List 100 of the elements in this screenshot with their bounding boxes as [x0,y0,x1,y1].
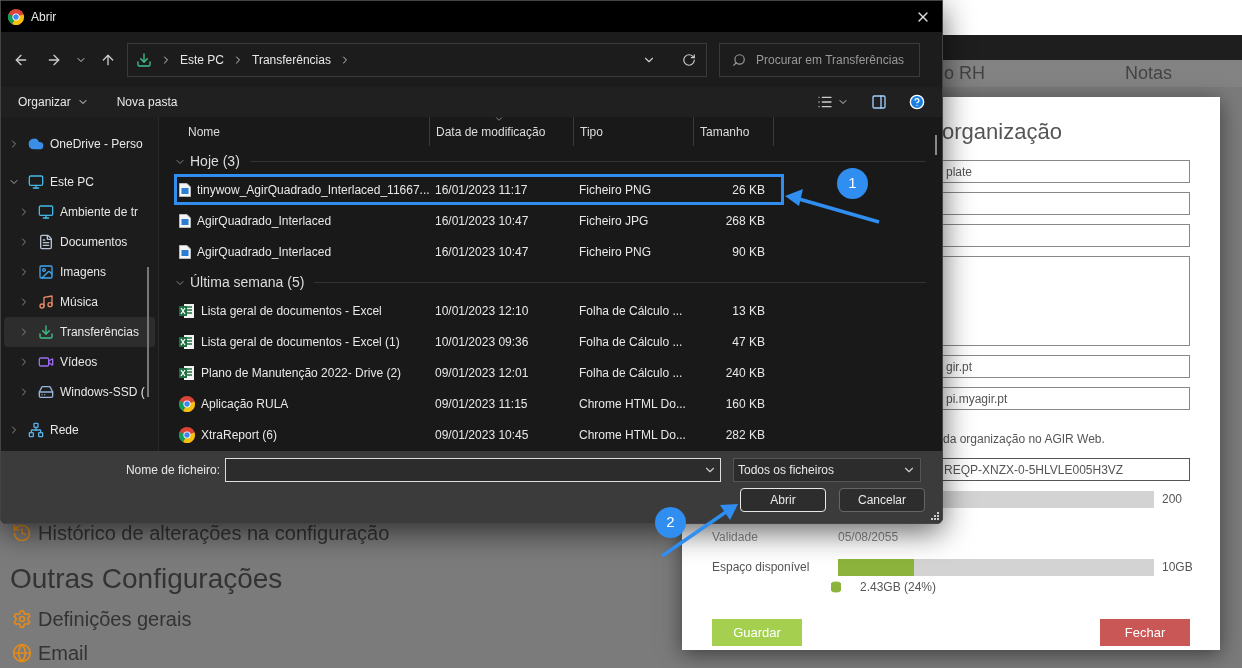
search-input[interactable]: Procurar em Transferências [756,50,916,69]
chrome-file-icon [179,426,195,443]
help-icon[interactable] [909,94,925,110]
storage-max: 10GB [1162,559,1193,576]
filename-label: Nome de ficheiro: [124,462,221,479]
file-size: 47 KB [731,333,765,351]
storage-label: Espaço disponível [712,559,811,576]
column-header[interactable]: Tamanho [694,117,774,146]
resize-grip-icon [931,512,939,520]
sidebar-item[interactable]: Transferências [4,317,155,347]
file-row[interactable]: Lista geral de documentos - Excel (1) 10/01/2023 09:36 Folha de Cálculo ... 47 KB [174,326,784,357]
file-row[interactable]: Lista geral de documentos - Excel 10/01/2023 12:10 Folha de Cálculo ... 13 KB [174,295,784,326]
file-date: 09/01/2023 12:01 [434,364,530,382]
file-name: XtraReport (6) [201,426,278,444]
preview-pane-icon[interactable] [871,94,887,110]
window-title: Abrir [31,8,57,26]
monitor-icon [28,174,44,190]
column-header[interactable]: Data de modificação [430,117,574,146]
spreadsheet-file-icon [179,302,195,319]
file-size: 13 KB [731,302,765,320]
breadcrumb-item[interactable]: Este PC [180,50,224,69]
music-icon [38,294,54,310]
download-icon [38,324,54,340]
file-date: 16/01/2023 10:47 [434,212,530,230]
file-type: Folha de Cálculo ... [578,364,684,382]
file-name: Lista geral de documentos - Excel [201,302,382,320]
file-date: 16/01/2023 10:47 [434,243,530,261]
sort-indicator-icon [494,114,504,124]
file-type: Ficheiro PNG [578,243,653,261]
column-header[interactable]: Tipo [574,117,694,146]
validity-label: Validade [712,529,759,546]
file-type: Folha de Cálculo ... [578,302,684,320]
group-header[interactable]: Última semana (5) [174,270,942,295]
cloud-icon [28,136,44,152]
validity-value: 05/08/2055 [838,529,899,546]
new-folder-button[interactable]: Nova pasta [116,93,178,111]
scrollbar-thumb[interactable] [147,267,149,397]
chrome-icon [8,8,24,25]
storage-used: 2.43GB (24%) [860,579,937,596]
breadcrumb-item[interactable]: Transferências [252,50,331,69]
filename-field[interactable] [225,458,721,482]
file-row[interactable]: AgirQuadrado_Interlaced 16/01/2023 10:47 Ficheiro JPG 268 KB [174,205,784,236]
file-row[interactable]: Plano de Manutenção 2022- Drive (2) 09/01/2023 12:01 Folha de Cálculo ... 240 KB [174,357,784,388]
image-file-icon [179,182,191,197]
file-type-select[interactable]: Todos os ficheiros [733,458,921,482]
section-title: Outras Configurações [10,562,283,596]
file-size: 90 KB [731,243,765,261]
file-type: Ficheiro JPG [578,212,650,230]
sidebar-item[interactable]: Ambiente de tr [4,197,155,227]
column-header: Notas [1124,62,1172,85]
sidebar-item[interactable]: Rede [4,415,155,445]
file-name: AgirQuadrado_Interlaced [197,212,332,230]
sidebar-item[interactable]: Documentos [4,227,155,257]
desktop-icon [38,204,54,220]
sidebar-item[interactable]: Windows-SSD ( [4,377,155,407]
file-name: Plano de Manutenção 2022- Drive (2) [201,364,402,382]
file-date: 10/01/2023 09:36 [434,333,530,351]
cancel-button[interactable]: Cancelar [839,488,925,512]
file-type: Chrome HTML Do... [578,426,685,444]
file-date: 16/01/2023 11:17 [434,181,529,199]
file-row[interactable]: tinywow_AgirQuadrado_Interlaced_11667... 16/01/2023 11:17 Ficheiro PNG 26 KB [174,174,784,205]
file-date: 10/01/2023 12:10 [434,302,530,320]
download-icon [136,51,152,68]
file-row[interactable]: XtraReport (6) 09/01/2023 10:45 Chrome HTML Do... 282 KB [174,419,784,450]
globe-icon [12,643,32,663]
view-list-icon[interactable] [817,94,833,110]
close-button[interactable]: Fechar [1100,619,1190,646]
sidebar-item[interactable]: Música [4,287,155,317]
sidebar-item[interactable]: OneDrive - Perso [4,129,155,159]
file-size: 240 KB [724,364,765,382]
file-type: Folha de Cálculo ... [578,333,684,351]
database-icon [830,581,842,593]
help-text: da organização no AGIR Web. [943,432,1105,446]
search-icon [732,52,746,67]
file-row[interactable]: Aplicação RULA 09/01/2023 11:15 Chrome HTML Do... 160 KB [174,388,784,419]
address-bar[interactable]: Este PC Transferências [127,42,707,77]
file-date: 09/01/2023 11:15 [434,395,529,413]
video-icon [38,354,54,370]
file-date: 09/01/2023 10:45 [434,426,530,444]
sidebar-item[interactable]: Imagens [4,257,155,287]
search-field[interactable]: Procurar em Transferências [719,42,920,77]
file-row[interactable]: AgirQuadrado_Interlaced 16/01/2023 10:47 Ficheiro PNG 90 KB [174,236,784,267]
file-size: 268 KB [724,212,765,230]
spreadsheet-file-icon [179,333,195,350]
gear-icon [12,609,32,629]
document-icon [38,234,54,250]
file-size: 160 KB [724,395,765,413]
drive-icon [38,384,54,400]
refresh-icon[interactable] [682,52,696,67]
spreadsheet-file-icon [179,364,195,381]
open-button[interactable]: Abrir [740,488,826,512]
organize-button[interactable]: Organizar [18,93,89,111]
file-size: 282 KB [724,426,765,444]
column-header[interactable]: Nome [174,117,430,146]
users-max: 200 [1162,491,1183,508]
network-icon [28,422,44,438]
sidebar-item[interactable]: Este PC [4,167,155,197]
scrollbar-thumb[interactable] [935,135,937,155]
file-name: Aplicação RULA [201,395,289,413]
sidebar-item[interactable]: Vídeos [4,347,155,377]
